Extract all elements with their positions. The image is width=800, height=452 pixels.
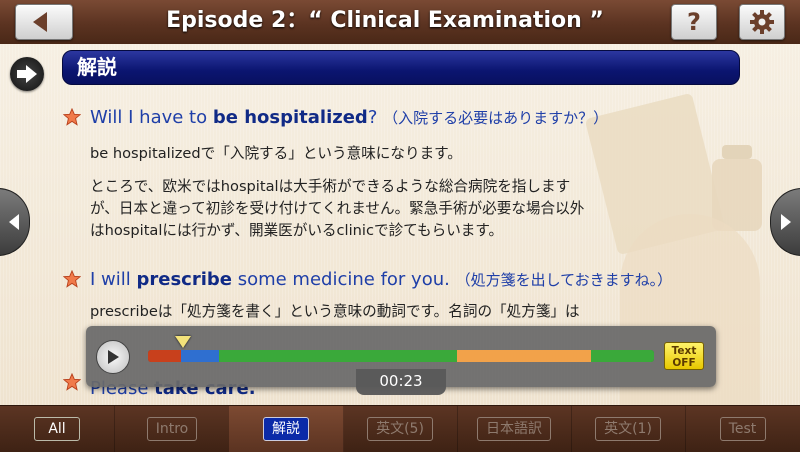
phrase-text: I will (90, 269, 137, 290)
gear-icon (750, 10, 774, 34)
section-title: 解説 (77, 55, 117, 79)
progress-segment (590, 350, 654, 362)
tab-label: 英文(5) (367, 417, 433, 441)
audio-player: Text OFF 00:23 (86, 326, 716, 395)
play-icon (108, 350, 119, 364)
progress-segment (218, 350, 457, 362)
question-icon: ? (687, 8, 701, 36)
explanation-line: prescribeは「処方箋を書く」という意味の動詞です。名詞の「処方箋」は (90, 303, 580, 320)
japanese-translation: （処方箋を出しておきますね。） (455, 271, 673, 289)
toggle-line-1: Text (671, 345, 697, 357)
tab-intro[interactable]: Intro (115, 406, 230, 452)
star-icon (63, 108, 81, 126)
star-icon (63, 270, 81, 288)
phrase-keyword: be hospitalized (212, 107, 368, 128)
tab-label: 英文(1) (595, 417, 661, 441)
back-arrow-icon (33, 12, 47, 32)
progress-segment (148, 350, 181, 362)
right-triangle-icon (781, 214, 791, 230)
text-off-toggle[interactable]: Text OFF (664, 342, 704, 370)
progress-segment (180, 350, 219, 362)
star-icon (63, 373, 81, 391)
tab-english-1[interactable]: 英文(1) (571, 406, 686, 452)
english-phrase[interactable]: Will I have to be hospitalized? （入院する必要は… (90, 107, 608, 128)
phrase-text: ? (367, 107, 378, 128)
tab-label: 解説 (263, 417, 309, 441)
english-phrase[interactable]: I will prescribe some medicine for you. … (90, 269, 672, 290)
settings-button[interactable] (739, 4, 785, 40)
progress-thumb[interactable] (175, 336, 192, 348)
play-button[interactable] (96, 340, 130, 374)
japanese-translation: （入院する必要はありますか？） (383, 109, 609, 127)
help-button[interactable]: ? (671, 4, 717, 40)
left-triangle-icon (9, 214, 19, 230)
tab-bar: All Intro 解説 英文(5) 日本語訳 英文(1) Test (0, 405, 800, 452)
section-toggle-button[interactable] (10, 57, 44, 91)
header-bar: Episode 2：“ Clinical Examination ” ? (0, 0, 800, 45)
progress-segment (456, 350, 591, 362)
explanation-line: be hospitalizedで「入院する」という意味になります。 (90, 145, 462, 162)
tab-japanese-translation[interactable]: 日本語訳 (457, 406, 572, 452)
tab-label: Test (719, 417, 766, 441)
explanation-line: ところで、欧米ではhospitalは大手術ができるような総合病院を指します (90, 178, 571, 195)
phrase-keyword: prescribe (136, 269, 232, 290)
progress-track[interactable] (148, 350, 654, 362)
section-header: 解説 (62, 50, 740, 85)
toggle-line-2: OFF (672, 357, 696, 369)
tab-label: Intro (146, 417, 198, 441)
time-readout: 00:23 (356, 369, 446, 395)
tab-all[interactable]: All (0, 406, 115, 452)
explanation-line: はhospitalには行かず、開業医がいるclinicで診てもらいます。 (90, 222, 504, 239)
back-button[interactable] (15, 4, 73, 40)
right-arrow-icon (17, 65, 37, 83)
tab-commentary[interactable]: 解説 (229, 406, 344, 452)
tab-english-5[interactable]: 英文(5) (343, 406, 458, 452)
tab-test[interactable]: Test (685, 406, 800, 452)
explanation-line: が、日本と違って初診を受け付けてくれません。緊急手術が必要な場合以外 (90, 200, 585, 217)
page-title: Episode 2：“ Clinical Examination ” (166, 8, 604, 33)
phrase-text: some medicine for you. (231, 269, 450, 290)
tab-label: All (34, 417, 80, 441)
phrase-text: Will I have to (90, 107, 213, 128)
tab-label: 日本語訳 (477, 417, 551, 441)
